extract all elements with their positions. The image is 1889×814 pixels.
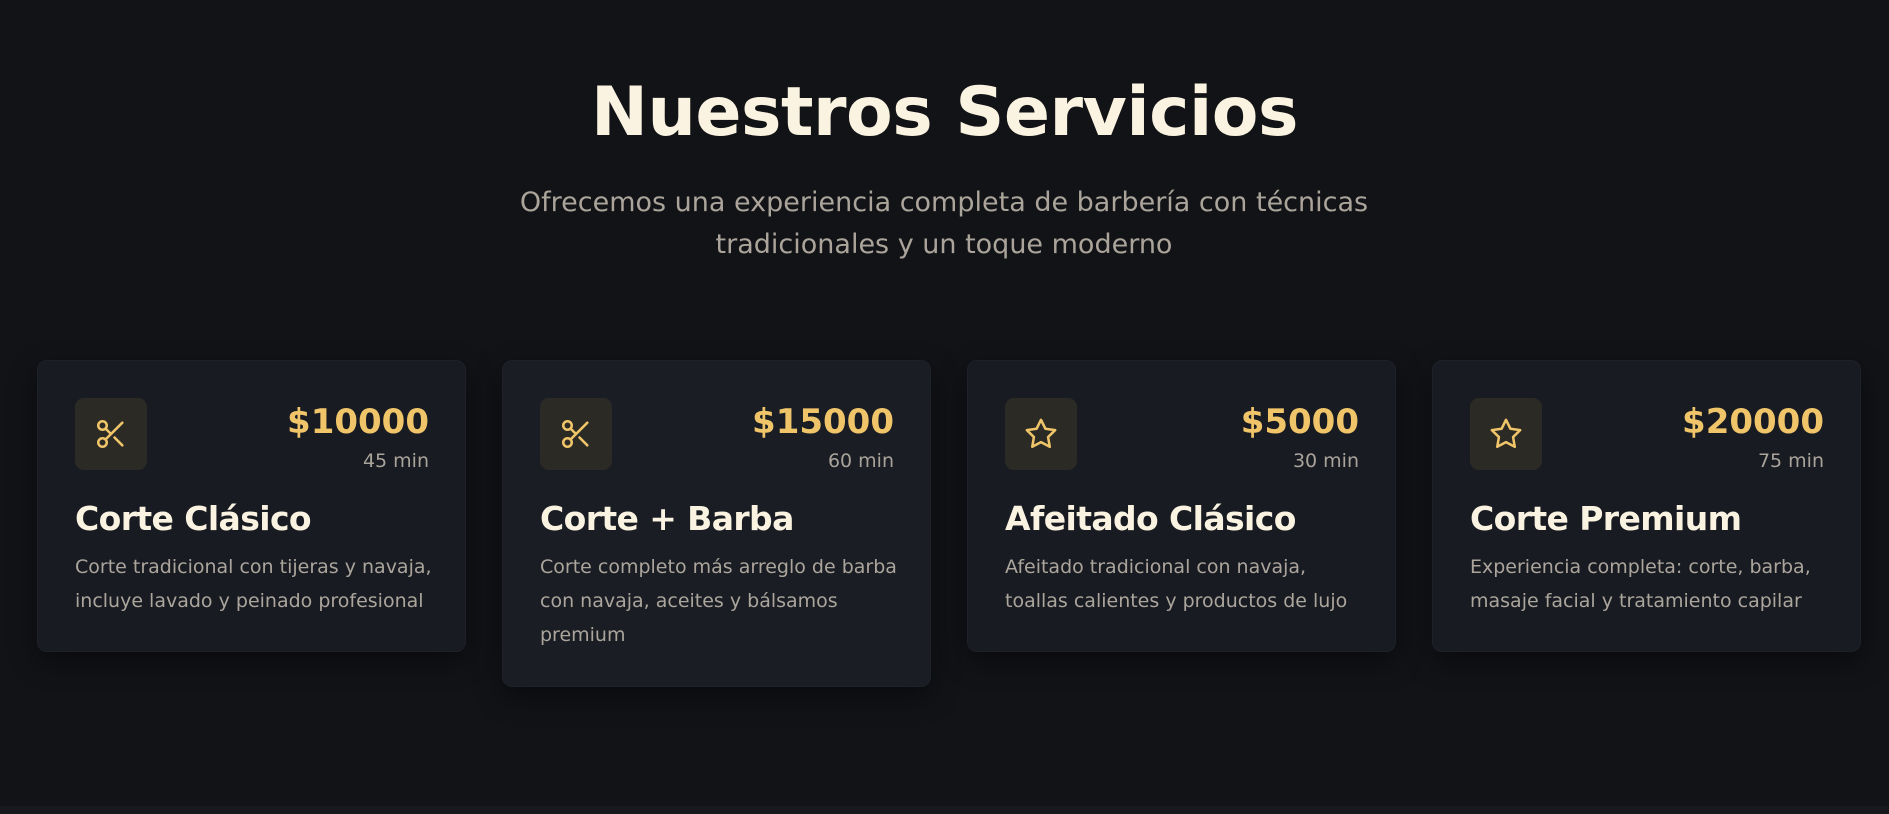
service-duration: 45 min — [362, 450, 429, 472]
footer-strip — [0, 806, 1889, 814]
service-duration: 30 min — [1292, 450, 1359, 472]
service-card-corte-clasico[interactable]: $10000 45 min Corte Clásico Corte tradic… — [37, 360, 466, 652]
service-price: $5000 — [1240, 402, 1359, 442]
star-icon — [1025, 418, 1057, 449]
section-title: Nuestros Servicios — [591, 73, 1298, 152]
service-card-corte-premium[interactable]: $20000 75 min Corte Premium Experiencia … — [1432, 360, 1861, 652]
service-icon-box — [75, 398, 147, 470]
service-description: Experiencia completa: corte, barba, masa… — [1470, 556, 1811, 612]
service-price: $20000 — [1682, 402, 1824, 442]
services-section: Nuestros Servicios Ofrecemos una experie… — [0, 0, 1889, 806]
service-duration: 60 min — [827, 450, 894, 472]
service-title: Corte + Barba — [540, 499, 794, 538]
service-card-corte-barba[interactable]: $15000 60 min Corte + Barba Corte comple… — [502, 360, 931, 687]
service-duration: 75 min — [1757, 450, 1824, 472]
section-subtitle: Ofrecemos una experiencia completa de ba… — [519, 187, 1369, 260]
service-price: $15000 — [752, 402, 894, 442]
scissors-icon — [96, 419, 124, 449]
service-title: Corte Premium — [1470, 499, 1742, 538]
service-icon-box — [1005, 398, 1077, 470]
service-price: $10000 — [287, 402, 429, 442]
service-title: Afeitado Clásico — [1005, 499, 1296, 538]
service-card-afeitado-clasico[interactable]: $5000 30 min Afeitado Clásico Afeitado t… — [967, 360, 1396, 652]
service-description: Corte completo más arreglo de barba con … — [540, 556, 897, 646]
service-title: Corte Clásico — [75, 499, 312, 538]
service-icon-box — [540, 398, 612, 470]
service-icon-box — [1470, 398, 1542, 470]
service-description: Corte tradicional con tijeras y navaja, … — [75, 556, 432, 612]
scissors-icon — [561, 419, 589, 449]
star-icon — [1490, 418, 1522, 449]
service-description: Afeitado tradicional con navaja, toallas… — [1005, 556, 1348, 612]
